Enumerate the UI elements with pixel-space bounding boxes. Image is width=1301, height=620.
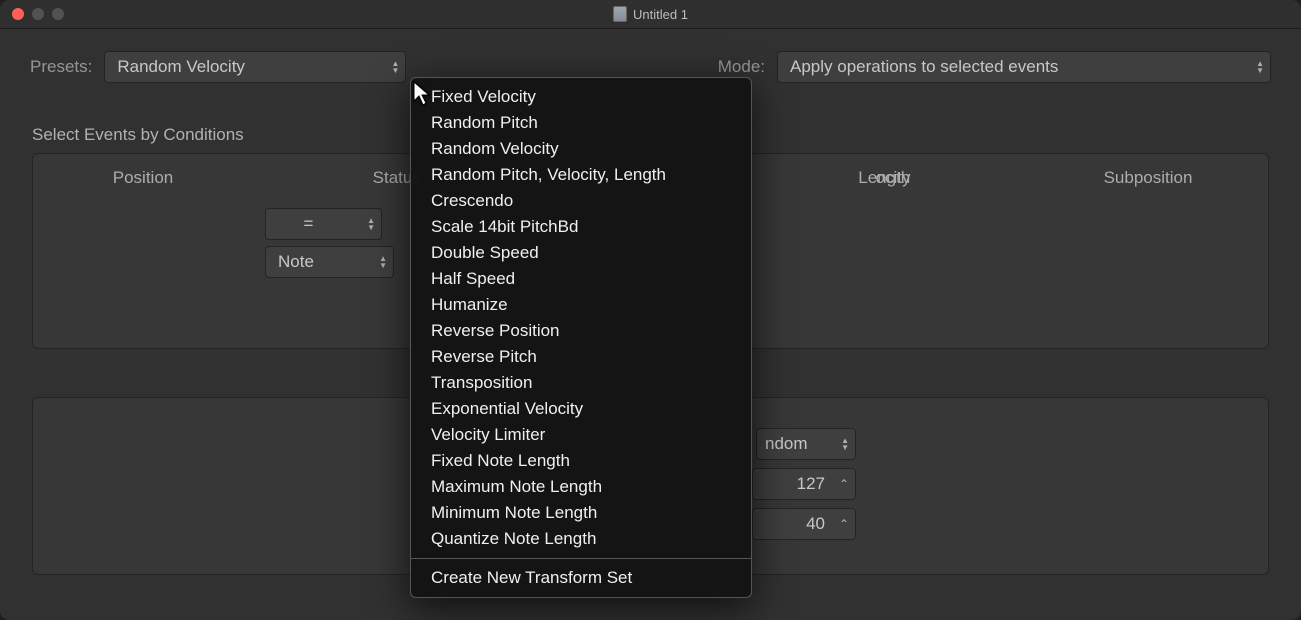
menu-item[interactable]: Fixed Velocity bbox=[411, 84, 751, 110]
window-controls bbox=[0, 8, 64, 20]
status-type-value: Note bbox=[278, 252, 314, 272]
updown-icon bbox=[841, 437, 849, 451]
operation-value1: 127 bbox=[797, 474, 825, 494]
operation-value: ndom bbox=[765, 434, 808, 454]
presets-value: Random Velocity bbox=[117, 57, 245, 77]
menu-item[interactable]: Exponential Velocity bbox=[411, 396, 751, 422]
conditions-section-label: Select Events by Conditions bbox=[32, 125, 244, 145]
col-position: Position bbox=[73, 168, 213, 188]
window-title-text: Untitled 1 bbox=[633, 7, 688, 22]
menu-item[interactable]: Quantize Note Length bbox=[411, 526, 751, 552]
col-subposition: Subposition bbox=[1068, 168, 1228, 188]
operation-popup[interactable]: ndom bbox=[756, 428, 856, 460]
menu-separator bbox=[411, 558, 751, 559]
updown-icon bbox=[1256, 60, 1264, 74]
menu-item[interactable]: Humanize bbox=[411, 292, 751, 318]
updown-icon bbox=[391, 60, 399, 74]
menu-item[interactable]: Crescendo bbox=[411, 188, 751, 214]
mode-value: Apply operations to selected events bbox=[790, 57, 1058, 77]
menu-item[interactable]: Random Pitch bbox=[411, 110, 751, 136]
mode-popup[interactable]: Apply operations to selected events bbox=[777, 51, 1271, 83]
menu-item[interactable]: Reverse Position bbox=[411, 318, 751, 344]
mode-group: Mode: Apply operations to selected event… bbox=[718, 51, 1271, 83]
presets-dropdown-menu: Fixed Velocity Random Pitch Random Veloc… bbox=[410, 77, 752, 598]
status-operator-popup[interactable]: = bbox=[265, 208, 382, 240]
up-icon bbox=[839, 479, 849, 489]
menu-item[interactable]: Double Speed bbox=[411, 240, 751, 266]
menu-item[interactable]: Random Velocity bbox=[411, 136, 751, 162]
transform-window: Untitled 1 Presets: Random Velocity Mode… bbox=[0, 0, 1301, 620]
titlebar: Untitled 1 bbox=[0, 0, 1301, 29]
menu-item[interactable]: Velocity Limiter bbox=[411, 422, 751, 448]
mode-label: Mode: bbox=[718, 57, 765, 77]
menu-item[interactable]: Transposition bbox=[411, 370, 751, 396]
presets-label: Presets: bbox=[30, 57, 92, 77]
minimize-window-button[interactable] bbox=[32, 8, 44, 20]
operation-value2: 40 bbox=[806, 514, 825, 534]
close-window-button[interactable] bbox=[12, 8, 24, 20]
menu-item-create-new[interactable]: Create New Transform Set bbox=[411, 565, 751, 591]
menu-item[interactable]: Minimum Note Length bbox=[411, 500, 751, 526]
status-operator-value: = bbox=[304, 214, 314, 234]
col-velocity: ocity bbox=[791, 168, 911, 188]
menu-item[interactable]: Maximum Note Length bbox=[411, 474, 751, 500]
up-icon bbox=[839, 519, 849, 529]
zoom-window-button[interactable] bbox=[52, 8, 64, 20]
menu-item[interactable]: Fixed Note Length bbox=[411, 448, 751, 474]
document-icon bbox=[613, 6, 627, 22]
updown-icon bbox=[367, 217, 375, 231]
menu-item[interactable]: Random Pitch, Velocity, Length bbox=[411, 162, 751, 188]
menu-item[interactable]: Reverse Pitch bbox=[411, 344, 751, 370]
updown-icon bbox=[379, 255, 387, 269]
status-type-popup[interactable]: Note bbox=[265, 246, 394, 278]
content-area: Presets: Random Velocity Mode: Apply ope… bbox=[0, 29, 1301, 620]
menu-item[interactable]: Scale 14bit PitchBd bbox=[411, 214, 751, 240]
presets-group: Presets: Random Velocity bbox=[30, 51, 406, 83]
operation-value1-field[interactable]: 127 bbox=[752, 468, 856, 500]
menu-item[interactable]: Half Speed bbox=[411, 266, 751, 292]
window-title: Untitled 1 bbox=[0, 6, 1301, 22]
presets-popup[interactable]: Random Velocity bbox=[104, 51, 406, 83]
operation-value2-field[interactable]: 40 bbox=[752, 508, 856, 540]
